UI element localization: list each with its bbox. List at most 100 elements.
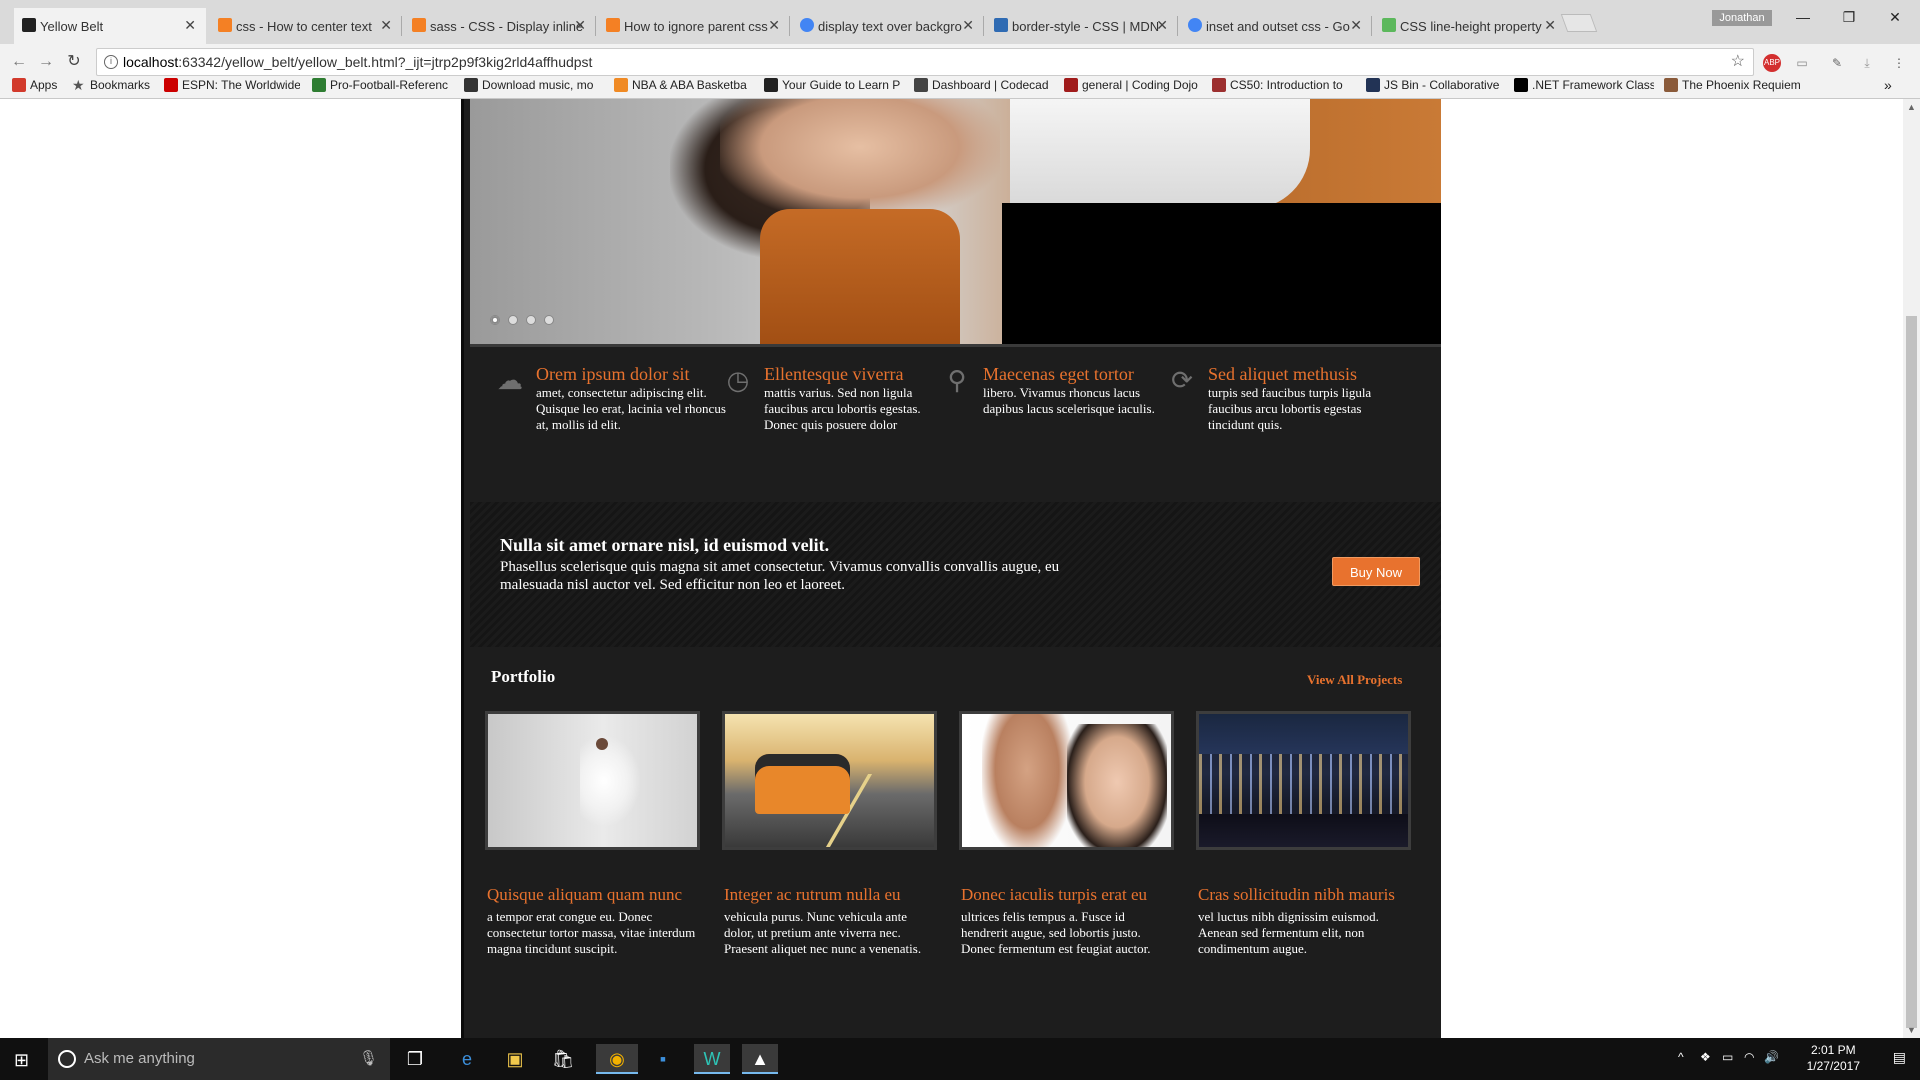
chevron-up-icon[interactable]: ^: [1678, 1050, 1684, 1064]
clock-icon: ◷: [726, 365, 750, 395]
tab-8[interactable]: CSS line-height property ✕: [1374, 8, 1566, 44]
webstorm-icon[interactable]: W: [694, 1044, 730, 1074]
bookmark-coding-dojo[interactable]: general | Coding Dojo: [1062, 76, 1202, 94]
bookmark-download-music[interactable]: Download music, mo: [462, 76, 602, 94]
tab-7[interactable]: inset and outset css - Go ✕: [1180, 8, 1372, 44]
menu-icon[interactable]: ⋮: [1890, 54, 1908, 72]
tab-4[interactable]: How to ignore parent css ✕: [598, 8, 790, 44]
new-tab-button[interactable]: [1560, 14, 1598, 32]
windows-start-icon[interactable]: ⊞: [14, 1050, 29, 1071]
bookmark-pfr[interactable]: Pro-Football-Referenc: [310, 76, 452, 94]
cortana-search-box[interactable]: Ask me anything 🎙: [48, 1038, 390, 1080]
close-tab-icon[interactable]: ✕: [1544, 17, 1556, 34]
battery-icon[interactable]: ▭: [1722, 1050, 1733, 1064]
adblock-plus-icon[interactable]: ABP: [1763, 54, 1781, 72]
close-tab-icon[interactable]: ✕: [574, 17, 586, 34]
slider-dot[interactable]: [508, 315, 518, 325]
restore-icon[interactable]: ❐: [1826, 6, 1872, 28]
tab-yellow-belt[interactable]: Yellow Belt ✕: [14, 8, 206, 44]
close-tab-icon[interactable]: ✕: [1350, 17, 1362, 34]
bookmark-dotnet[interactable]: .NET Framework Class: [1512, 76, 1654, 94]
clock[interactable]: 2:01 PM 1/27/2017: [1807, 1042, 1860, 1074]
bookmark-espn[interactable]: ESPN: The Worldwide: [162, 76, 300, 94]
scroll-up-icon[interactable]: ▲: [1907, 102, 1916, 112]
tab-6[interactable]: border-style - CSS | MDN ✕: [986, 8, 1178, 44]
tab-2[interactable]: css - How to center text ✕: [210, 8, 402, 44]
tab-3[interactable]: sass - CSS - Display inline ✕: [404, 8, 596, 44]
volume-icon[interactable]: 🔊: [1764, 1050, 1779, 1064]
vertical-scrollbar[interactable]: ▲ ▼: [1903, 99, 1920, 1038]
msdn-icon: [1514, 78, 1528, 92]
map-pin-icon: ⚲: [947, 365, 967, 395]
bookmark-codecademy[interactable]: Dashboard | Codecad: [912, 76, 1050, 94]
hero-image-sofa: [760, 209, 960, 344]
cast-extension-icon[interactable]: ▭: [1793, 54, 1811, 72]
portfolio-thumbnail[interactable]: [722, 711, 937, 850]
close-tab-icon[interactable]: ✕: [768, 17, 780, 34]
tab-title: inset and outset css - Go: [1206, 18, 1350, 34]
feature-item: ⟳ Sed aliquet methusis turpis sed faucib…: [1171, 364, 1388, 433]
scroll-down-icon[interactable]: ▼: [1907, 1025, 1916, 1035]
bookmark-jsbin[interactable]: JS Bin - Collaborative: [1364, 76, 1506, 94]
bookmark-nba[interactable]: NBA & ABA Basketba: [612, 76, 752, 94]
portfolio-title: Portfolio: [491, 667, 556, 686]
tools-extension-icon[interactable]: ✎: [1828, 54, 1846, 72]
dropbox-icon[interactable]: ❖: [1700, 1050, 1711, 1064]
portfolio-thumbnail[interactable]: [1196, 711, 1411, 850]
close-window-icon[interactable]: ✕: [1872, 6, 1918, 28]
url-host: localhost: [123, 54, 179, 70]
bookmark-label: Bookmarks: [90, 78, 151, 92]
back-icon[interactable]: ←: [9, 52, 29, 72]
info-icon[interactable]: i: [104, 55, 118, 69]
close-tab-icon[interactable]: ✕: [962, 17, 974, 34]
forward-icon[interactable]: →: [36, 52, 56, 72]
stackoverflow-favicon-icon: [218, 18, 232, 32]
portfolio-card-title[interactable]: Integer ac rutrum nulla eu: [724, 885, 937, 905]
system-tray: ^ ❖ ▭ ◠ 🔊 2:01 PM 1/27/2017 ▤: [1660, 1038, 1920, 1080]
chrome-icon[interactable]: ◉: [596, 1044, 638, 1074]
file-explorer-icon[interactable]: ▣: [500, 1044, 530, 1074]
reload-icon[interactable]: ↻: [64, 52, 84, 72]
scrollbar-thumb[interactable]: [1906, 316, 1917, 1028]
google-favicon-icon: [1188, 18, 1202, 32]
close-tab-icon[interactable]: ✕: [380, 17, 392, 34]
action-center-icon[interactable]: ▤: [1893, 1049, 1906, 1066]
star-icon: ★: [72, 77, 85, 93]
wifi-icon[interactable]: ◠: [1744, 1050, 1754, 1064]
bookmark-cs50[interactable]: CS50: Introduction to: [1210, 76, 1352, 94]
portfolio-thumbnail[interactable]: [959, 711, 1174, 850]
bookmark-guide[interactable]: Your Guide to Learn P: [762, 76, 902, 94]
app-window-icon[interactable]: ▪: [648, 1044, 678, 1074]
slider-dot[interactable]: [526, 315, 536, 325]
task-view-icon[interactable]: ❐: [400, 1044, 430, 1074]
portfolio-card-title[interactable]: Donec iaculis turpis erat eu: [961, 885, 1174, 905]
portfolio-card-text: vehicula purus. Nunc vehicula ante dolor…: [724, 909, 922, 956]
cortana-icon: [58, 1050, 76, 1068]
profile-badge[interactable]: Jonathan: [1712, 10, 1772, 26]
bookmark-label: general | Coding Dojo: [1082, 78, 1198, 92]
portfolio-card-text: ultrices felis tempus a. Fusce id hendre…: [961, 909, 1151, 956]
view-all-projects-link[interactable]: View All Projects: [1307, 672, 1402, 688]
bookmark-phoenix[interactable]: The Phoenix Requiem: [1662, 76, 1812, 94]
close-tab-icon[interactable]: ✕: [184, 17, 196, 34]
minimize-icon[interactable]: —: [1780, 6, 1826, 28]
basketball-icon: [614, 78, 628, 92]
more-bookmarks-icon[interactable]: »: [1884, 76, 1904, 94]
portfolio-card-title[interactable]: Cras sollicitudin nibh mauris: [1198, 885, 1411, 905]
tab-5[interactable]: display text over backgro ✕: [792, 8, 984, 44]
bookmark-label: Apps: [30, 78, 58, 92]
bookmark-apps[interactable]: Apps: [10, 76, 66, 94]
feature-text: turpis sed faucibus turpis ligula faucib…: [1208, 385, 1372, 432]
slider-dot[interactable]: [544, 315, 554, 325]
photos-icon[interactable]: ▲: [742, 1044, 778, 1074]
slider-dot[interactable]: [490, 315, 500, 325]
buy-now-button[interactable]: Buy Now: [1332, 557, 1420, 586]
close-tab-icon[interactable]: ✕: [1156, 17, 1168, 34]
portfolio-card-title[interactable]: Quisque aliquam quam nunc: [487, 885, 700, 905]
bookmark-folder[interactable]: ★ Bookmarks: [70, 76, 156, 94]
edge-icon[interactable]: e: [452, 1044, 482, 1074]
portfolio-thumbnail[interactable]: [485, 711, 700, 850]
store-icon[interactable]: 🛍: [548, 1044, 578, 1074]
download-extension-icon[interactable]: ⤓: [1858, 54, 1876, 72]
microphone-icon[interactable]: 🎙: [359, 1038, 378, 1080]
